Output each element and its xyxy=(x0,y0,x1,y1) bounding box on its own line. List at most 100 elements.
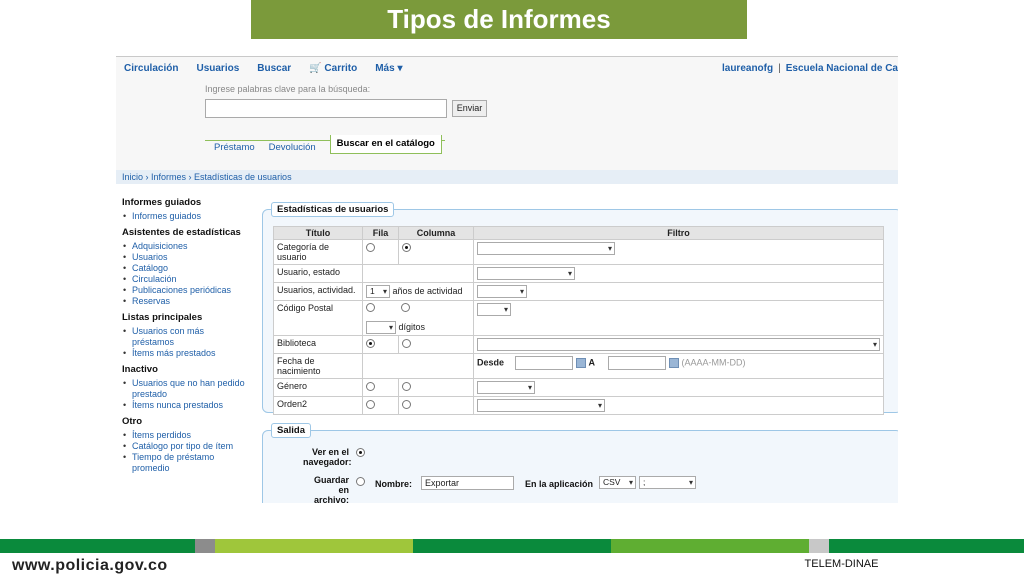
stripe-segment xyxy=(829,539,1024,553)
date-to-input[interactable] xyxy=(607,356,666,370)
calendar-icon[interactable] xyxy=(668,358,679,368)
nav-buscar[interactable]: Buscar xyxy=(257,63,291,74)
filter-select[interactable] xyxy=(477,381,535,394)
column-radio[interactable] xyxy=(401,303,410,312)
user-name[interactable]: laureanofg xyxy=(722,63,773,74)
column-radio[interactable] xyxy=(402,243,411,253)
stats-legend: Estadísticas de usuarios xyxy=(271,202,395,217)
filename-input[interactable]: Exportar xyxy=(421,476,514,490)
row-label: Biblioteca xyxy=(273,335,363,354)
search-tabs: Préstamo Devolución Buscar en el catálog… xyxy=(214,135,456,154)
filter-select[interactable] xyxy=(477,242,615,255)
stripe-segment xyxy=(0,539,195,553)
submit-button[interactable]: Enviar xyxy=(452,100,487,117)
nav-mas[interactable]: Más ▾ xyxy=(375,63,402,74)
browser-radio[interactable] xyxy=(356,448,365,457)
years-select[interactable]: 1 xyxy=(366,285,390,298)
tab-buscar-catalogo[interactable]: Buscar en el catálogo xyxy=(329,135,442,154)
column-radio[interactable] xyxy=(402,339,411,349)
koha-window: Circulación Usuarios Buscar 🛒 Carrito Má… xyxy=(116,56,898,503)
calendar-icon[interactable] xyxy=(575,358,586,368)
stripe-segment xyxy=(611,539,809,553)
nav-carrito[interactable]: 🛒 Carrito xyxy=(309,63,357,74)
sidebar-link-line: promedio xyxy=(132,463,170,473)
search-hint: Ingrese palabras clave para la búsqueda: xyxy=(205,84,371,94)
filter-select[interactable] xyxy=(477,267,575,280)
format-select[interactable]: CSV xyxy=(599,476,636,489)
row-radio[interactable] xyxy=(366,303,375,312)
table-row: Género xyxy=(273,378,884,397)
sidebar-link[interactable]: Catálogo xyxy=(122,263,262,274)
file-label-line: archivo: xyxy=(313,495,349,503)
nav-circulacion[interactable]: Circulación xyxy=(124,63,178,74)
search-input[interactable] xyxy=(205,99,447,118)
footer-tag: TELEM-DINAE xyxy=(785,553,898,575)
separator-select[interactable]: ; xyxy=(639,476,696,489)
sidebar-link[interactable]: Publicaciones periódicas xyxy=(122,285,262,296)
sidebar-link[interactable]: Informes guiados xyxy=(122,211,262,222)
filter-select[interactable] xyxy=(477,399,605,412)
filter-select[interactable] xyxy=(477,285,527,298)
browser-label: Ver en el navegador: xyxy=(303,447,352,467)
search-zone: Ingrese palabras clave para la búsqueda:… xyxy=(116,79,898,170)
browser-label-line: Ver en el xyxy=(311,447,349,457)
table-header-row: Título Fila Columna Filtro xyxy=(273,226,884,240)
filter-select[interactable] xyxy=(477,303,511,316)
sidebar-heading: Asistentes de estadísticas xyxy=(122,227,241,238)
sidebar-link[interactable]: Usuarios con máspréstamos xyxy=(122,326,262,348)
sidebar-link-line: Tiempo de préstamo xyxy=(132,452,215,462)
stats-fieldset: Estadísticas de usuarios Título Fila Col… xyxy=(262,202,898,415)
footer-url: www.policia.gov.co xyxy=(12,557,168,574)
table-row: Fecha de nacimiento Desde A (AAAA-MM-DD) xyxy=(273,353,884,379)
filter-select[interactable] xyxy=(477,338,880,351)
nav-carrito-label: Carrito xyxy=(324,62,358,74)
date-from-input[interactable] xyxy=(514,356,573,370)
sidebar-link[interactable]: Usuarios xyxy=(122,252,262,263)
row-radio[interactable] xyxy=(366,382,375,392)
sidebar-link[interactable]: Usuarios que no han pedidoprestado xyxy=(122,378,262,400)
sidebar-heading: Listas principales xyxy=(122,312,203,323)
sidebar-link[interactable]: Ítems nunca prestados xyxy=(122,400,262,411)
table-row: Categoría de usuario xyxy=(273,239,884,265)
file-radio[interactable] xyxy=(356,477,365,486)
sidebar-link[interactable]: Tiempo de préstamopromedio xyxy=(122,452,262,474)
footer-stripe xyxy=(0,539,1024,553)
sidebar-link-line: Usuarios que no han pedido xyxy=(132,378,245,388)
table-row: Biblioteca xyxy=(273,335,884,354)
stripe-segment xyxy=(195,539,215,553)
stripe-segment xyxy=(215,539,413,553)
table-row: Orden2 xyxy=(273,396,884,415)
file-label-line: Guardar en xyxy=(313,475,349,495)
breadcrumb[interactable]: Inicio › Informes › Estadísticas de usua… xyxy=(116,170,898,184)
column-radio[interactable] xyxy=(402,382,411,392)
header-columna: Columna xyxy=(398,226,474,240)
sidebar-link[interactable]: Catálogo por tipo de ítem xyxy=(122,441,262,452)
row-label: Usuarios, actividad. xyxy=(273,282,363,301)
row-label: Fecha de nacimiento xyxy=(273,353,363,379)
nav-usuarios[interactable]: Usuarios xyxy=(196,63,239,74)
row-radio[interactable] xyxy=(366,243,375,253)
sidebar-link[interactable]: Ítems más prestados xyxy=(122,348,262,359)
table-row: Usuarios, actividad. 1 años de actividad xyxy=(273,282,884,301)
output-legend: Salida xyxy=(271,423,311,438)
row-radio[interactable] xyxy=(366,400,375,410)
chevron-down-icon: ▾ xyxy=(397,62,403,74)
tab-prestamo[interactable]: Préstamo xyxy=(214,142,255,153)
sidebar-link[interactable]: Ítems perdidos xyxy=(122,430,262,441)
row-label: Categoría de usuario xyxy=(273,239,363,265)
library-name[interactable]: Escuela Nacional de Ca xyxy=(786,63,898,74)
sidebar-heading: Informes guiados xyxy=(122,197,202,208)
sidebar-heading: Inactivo xyxy=(122,364,158,375)
header-fila: Fila xyxy=(362,226,399,240)
tab-devolucion[interactable]: Devolución xyxy=(269,142,316,153)
header-titulo: Título xyxy=(273,226,363,240)
sidebar-link[interactable]: Reservas xyxy=(122,296,262,307)
row-radio[interactable] xyxy=(366,339,375,349)
digits-select[interactable] xyxy=(366,321,396,334)
sidebar-link[interactable]: Circulación xyxy=(122,274,262,285)
row-label: Usuario, estado xyxy=(273,264,363,283)
desde-label: Desde xyxy=(477,357,505,368)
file-label: Guardar en archivo: xyxy=(303,475,349,503)
sidebar-link[interactable]: Adquisiciones xyxy=(122,241,262,252)
column-radio[interactable] xyxy=(402,400,411,410)
